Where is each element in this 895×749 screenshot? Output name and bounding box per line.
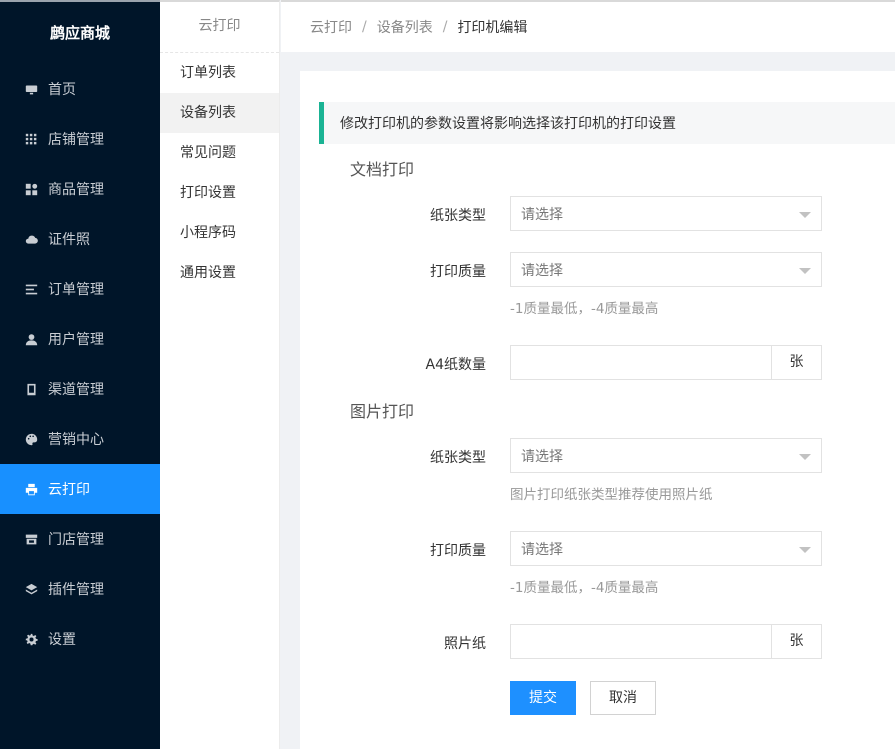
caret-down-icon [799,547,811,553]
layers-icon [24,582,38,596]
sidebar-item-marketing[interactable]: 营销中心 [0,414,160,464]
sidebar-item-label: 证件照 [48,232,90,248]
apps-icon [24,182,38,196]
photo-paper-type-help: 图片打印纸张类型推荐使用照片纸 [510,487,713,503]
breadcrumb: 云打印 / 设备列表 / 打印机编辑 [281,0,895,52]
breadcrumb-current: 打印机编辑 [457,20,528,36]
sidebar-item-label: 店铺管理 [48,132,104,148]
select-value: 请选择 [521,541,563,558]
store-icon [24,532,38,546]
select-value: 请选择 [521,206,563,223]
doc-paper-type-label: 纸张类型 [430,208,486,224]
select-value: 请选择 [521,448,563,465]
subnav-item-order-list[interactable]: 订单列表 [160,53,279,93]
submit-button[interactable]: 提交 [510,681,576,715]
tablet-icon [24,382,38,396]
photo-paper-unit: 张 [771,625,821,658]
monitor-icon [24,82,38,96]
printer-edit-form: 修改打印机的参数设置将影响选择该打印机的打印设置 文档打印 纸张类型 请选择 打… [300,71,895,749]
breadcrumb-separator: / [442,19,448,35]
sidebar-item-home[interactable]: 首页 [0,64,160,114]
sidebar-item-products[interactable]: 商品管理 [0,164,160,214]
printer-icon [24,482,38,496]
doc-quality-label: 打印质量 [430,264,486,280]
select-value: 请选择 [521,262,563,279]
sidebar-item-stores[interactable]: 门店管理 [0,514,160,564]
a4-count-field: 张 [510,345,822,380]
sidebar-item-orders[interactable]: 订单管理 [0,264,160,314]
caret-down-icon [799,454,811,460]
subnav-item-faq[interactable]: 常见问题 [160,133,279,173]
app-logo[interactable]: 鹧应商城 [0,2,160,64]
breadcrumb-link-device-list[interactable]: 设备列表 [377,17,433,37]
caret-down-icon [799,268,811,274]
photo-paper-label: 照片纸 [444,636,486,652]
sidebar-item-label: 订单管理 [48,282,104,298]
sidebar-item-plugins[interactable]: 插件管理 [0,564,160,614]
cancel-button[interactable]: 取消 [590,681,656,715]
cloud-icon [24,232,38,246]
sidebar-item-label: 首页 [48,82,76,98]
section-title-photo: 图片打印 [350,402,415,421]
sidebar-item-label: 用户管理 [48,332,104,348]
breadcrumb-link-cloud-print[interactable]: 云打印 [310,17,352,37]
subnav-item-miniprogram-code[interactable]: 小程序码 [160,213,279,253]
photo-paper-type-label: 纸张类型 [430,450,486,466]
palette-icon [24,432,38,446]
sidebar-item-id-photo[interactable]: 证件照 [0,214,160,264]
user-icon [24,332,38,346]
list-icon [24,282,38,296]
notice-banner: 修改打印机的参数设置将影响选择该打印机的打印设置 [319,102,895,144]
sidebar-item-label: 营销中心 [48,432,104,448]
sub-sidebar: 云打印 订单列表 设备列表 常见问题 打印设置 小程序码 通用设置 [160,0,280,749]
main-sidebar: 鹧应商城 首页 店铺管理 商品管理 证件照 订单管理 用户管理 渠道管理 营销中… [0,0,160,749]
notice-text: 修改打印机的参数设置将影响选择该打印机的打印设置 [340,116,676,132]
photo-quality-help: -1质量最低，-4质量最高 [510,580,659,596]
sidebar-item-label: 渠道管理 [48,382,104,398]
photo-paper-type-select[interactable]: 请选择 [510,438,822,473]
a4-count-input[interactable] [511,346,771,379]
sidebar-item-label: 商品管理 [48,182,104,198]
a4-count-label: A4纸数量 [425,357,486,373]
sidebar-item-label: 设置 [48,632,76,648]
sidebar-item-users[interactable]: 用户管理 [0,314,160,364]
sidebar-item-cloud-print[interactable]: 云打印 [0,464,160,514]
subnav-item-general-settings[interactable]: 通用设置 [160,253,279,293]
sidebar-item-label: 插件管理 [48,582,104,598]
doc-paper-type-select[interactable]: 请选择 [510,196,822,231]
photo-paper-input[interactable] [511,625,771,658]
grid-icon [24,132,38,146]
sidebar-item-label: 云打印 [48,482,90,498]
subnav-item-device-list[interactable]: 设备列表 [160,93,279,133]
photo-quality-label: 打印质量 [430,543,486,559]
a4-count-unit: 张 [771,346,821,379]
doc-quality-help: -1质量最低，-4质量最高 [510,301,659,317]
sidebar-item-label: 门店管理 [48,532,104,548]
sidebar-item-shop[interactable]: 店铺管理 [0,114,160,164]
sidebar-item-channels[interactable]: 渠道管理 [0,364,160,414]
subnav-title: 云打印 [160,2,279,53]
gear-icon [24,632,38,646]
photo-paper-field: 张 [510,624,822,659]
sidebar-item-settings[interactable]: 设置 [0,614,160,664]
photo-quality-select[interactable]: 请选择 [510,531,822,566]
subnav-item-print-settings[interactable]: 打印设置 [160,173,279,213]
breadcrumb-separator: / [362,19,367,35]
doc-quality-select[interactable]: 请选择 [510,252,822,287]
section-title-document: 文档打印 [350,160,415,179]
caret-down-icon [799,212,811,218]
